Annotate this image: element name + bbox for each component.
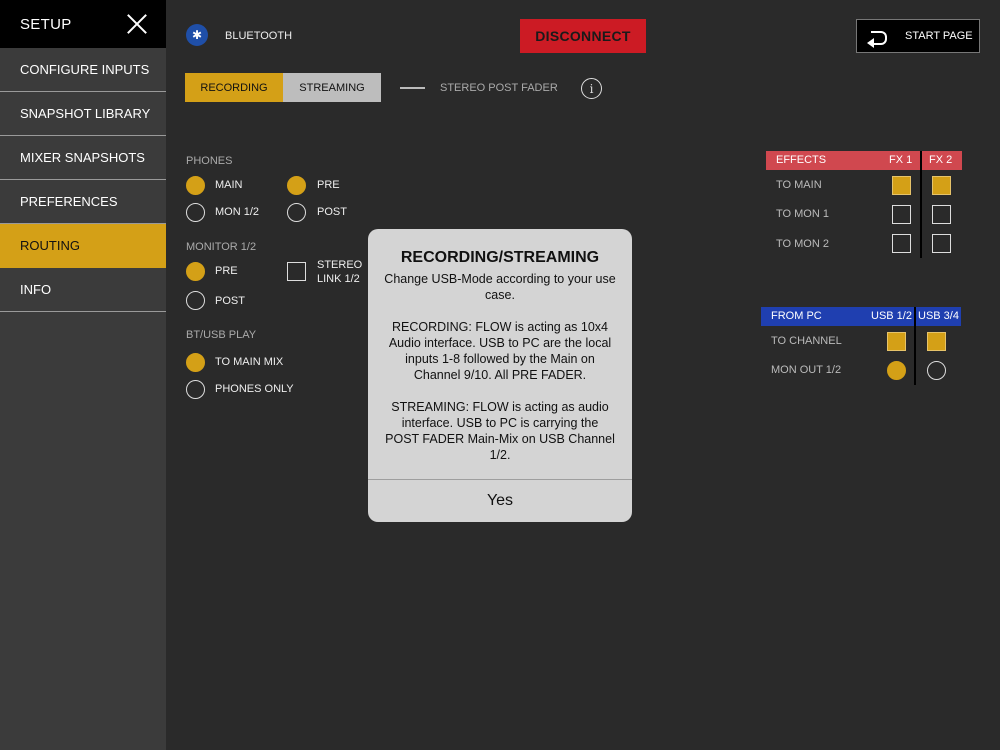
stereo-link-label-1: STEREO <box>317 259 363 271</box>
bt-usb-to-main-radio[interactable] <box>186 353 205 372</box>
start-page-label: START PAGE <box>905 30 973 42</box>
fader-dash <box>400 87 425 89</box>
sidebar-title: SETUP <box>20 15 72 33</box>
start-page-button[interactable]: START PAGE <box>856 19 980 53</box>
phones-pre-label: PRE <box>317 179 340 191</box>
effects-row-to-mon2-label: TO MON 2 <box>776 238 829 250</box>
usb12-mon-out-radio[interactable] <box>887 361 906 380</box>
usb12-to-channel-checkbox[interactable] <box>887 332 906 351</box>
stereo-link-checkbox[interactable] <box>287 262 306 281</box>
sidebar-item-configure-inputs[interactable]: CONFIGURE INPUTS <box>0 48 166 92</box>
effects-row-to-mon1-label: TO MON 1 <box>776 208 829 220</box>
monitor-title: MONITOR 1/2 <box>186 241 257 253</box>
monitor-pre-label: PRE <box>215 265 238 277</box>
from-pc-mon-out-label: MON OUT 1/2 <box>771 364 842 376</box>
phones-post-label: POST <box>317 206 347 218</box>
dialog-body: Change USB-Mode according to your use ca… <box>384 272 616 462</box>
from-pc-header-label: FROM PC <box>771 310 822 322</box>
fx2-to-mon2-checkbox[interactable] <box>932 234 951 253</box>
disconnect-button[interactable]: DISCONNECT <box>520 19 646 53</box>
tab-streaming[interactable]: STREAMING <box>283 73 381 102</box>
effects-fx2-label: FX 2 <box>929 154 953 166</box>
from-pc-usb12-label: USB 1/2 <box>871 310 912 322</box>
dialog-title: RECORDING/STREAMING <box>400 249 600 266</box>
bluetooth-icon[interactable]: ✱ <box>186 24 208 46</box>
monitor-post-label: POST <box>215 295 245 307</box>
sidebar-item-info[interactable]: INFO <box>0 268 166 312</box>
from-pc-usb34-label: USB 3/4 <box>918 310 959 322</box>
info-icon[interactable]: i <box>581 78 602 99</box>
phones-post-radio[interactable] <box>287 203 306 222</box>
bt-usb-phones-only-label: PHONES ONLY <box>215 383 294 395</box>
close-icon[interactable] <box>126 13 148 35</box>
effects-header: EFFECTS FX 1 FX 2 <box>766 151 962 170</box>
phones-main-radio[interactable] <box>186 176 205 195</box>
stereo-link-label-2: LINK 1/2 <box>317 273 360 285</box>
tab-recording[interactable]: RECORDING <box>185 73 283 102</box>
fx2-to-mon1-checkbox[interactable] <box>932 205 951 224</box>
monitor-pre-radio[interactable] <box>186 262 205 281</box>
bt-usb-title: BT/USB PLAY <box>186 329 257 341</box>
bt-usb-to-main-label: TO MAIN MIX <box>215 356 284 368</box>
bt-usb-phones-only-radio[interactable] <box>186 380 205 399</box>
bluetooth-label[interactable]: BLUETOOTH <box>225 30 292 42</box>
sidebar-item-preferences[interactable]: PREFERENCES <box>0 180 166 224</box>
effects-divider <box>920 151 922 258</box>
sidebar-item-mixer-snapshots[interactable]: MIXER SNAPSHOTS <box>0 136 166 180</box>
fx1-to-mon2-checkbox[interactable] <box>892 234 911 253</box>
from-pc-divider <box>914 307 916 385</box>
from-pc-header: FROM PC USB 1/2 USB 3/4 <box>761 307 961 326</box>
stereo-post-fader-label: STEREO POST FADER <box>440 82 558 94</box>
dialog-yes-button[interactable]: Yes <box>368 480 632 522</box>
sidebar-item-snapshot-library[interactable]: SNAPSHOT LIBRARY <box>0 92 166 136</box>
monitor-post-radio[interactable] <box>186 291 205 310</box>
phones-main-label: MAIN <box>215 179 243 191</box>
usb34-mon-out-radio[interactable] <box>927 361 946 380</box>
fx2-to-main-checkbox[interactable] <box>932 176 951 195</box>
sidebar: SETUP CONFIGURE INPUTS SNAPSHOT LIBRARY … <box>0 0 166 750</box>
effects-row-to-main-label: TO MAIN <box>776 179 822 191</box>
recording-streaming-dialog: RECORDING/STREAMING Change USB-Mode acco… <box>368 229 632 522</box>
effects-fx1-label: FX 1 <box>889 154 913 166</box>
phones-mon-label: MON 1/2 <box>215 206 260 218</box>
fx1-to-mon1-checkbox[interactable] <box>892 205 911 224</box>
usb34-to-channel-checkbox[interactable] <box>927 332 946 351</box>
sidebar-header: SETUP <box>0 0 166 48</box>
phones-pre-radio[interactable] <box>287 176 306 195</box>
return-arrow-icon <box>867 29 887 48</box>
effects-header-label: EFFECTS <box>776 154 827 166</box>
sidebar-item-routing[interactable]: ROUTING <box>0 224 166 268</box>
from-pc-to-channel-label: TO CHANNEL <box>771 335 842 347</box>
phones-mon-radio[interactable] <box>186 203 205 222</box>
phones-title: PHONES <box>186 155 233 167</box>
fx1-to-main-checkbox[interactable] <box>892 176 911 195</box>
